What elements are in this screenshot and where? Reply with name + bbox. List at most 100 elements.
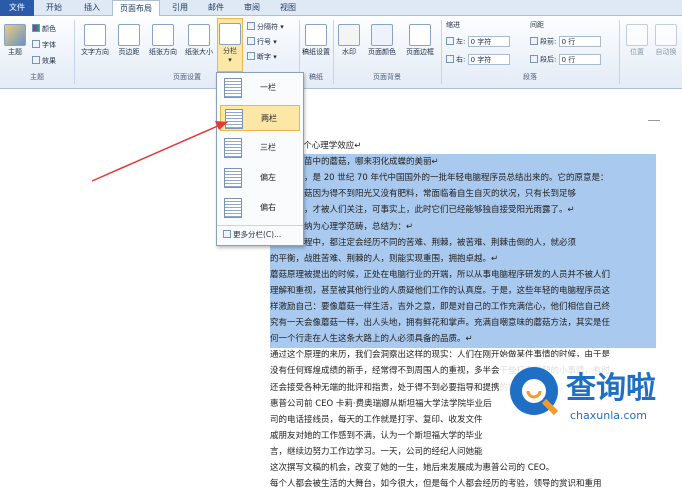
tab-insert[interactable]: 插入	[76, 0, 108, 16]
themes-button[interactable]: 主题	[2, 24, 28, 57]
indent-right-icon	[446, 54, 454, 63]
spacing-before-input[interactable]: 0 行	[558, 36, 601, 47]
indent-left: 左: 0 字符	[446, 36, 510, 48]
colors-icon	[32, 24, 40, 32]
fonts-icon	[32, 40, 40, 48]
document-line: 理：没有苗中的蘑菇，哪来羽化成蝶的美丽↵	[270, 154, 656, 172]
document-line: 学家将其纳为心理学范畴，总结为：↵	[270, 218, 656, 236]
left-column-icon	[224, 168, 242, 188]
group-label-draft: 稿纸	[309, 73, 323, 81]
theme-colors-button[interactable]: 颜色	[32, 24, 56, 35]
watermark-button[interactable]: 水印	[336, 24, 362, 57]
breaks-icon	[247, 22, 255, 30]
columns-icon	[219, 23, 241, 45]
logo-text: 查询啦	[566, 371, 656, 406]
indent-right-input[interactable]: 0 字符	[467, 54, 510, 65]
site-logo: 查询啦 chaxunla.com	[500, 357, 676, 437]
tab-view[interactable]: 视图	[272, 0, 304, 16]
spacing-label: 间距	[530, 21, 544, 29]
columns-option-left[interactable]: 偏左	[220, 165, 300, 191]
draft-settings-button[interactable]: 稿纸设置	[302, 24, 330, 57]
page-color-icon	[371, 24, 393, 46]
spacing-after-icon	[530, 54, 538, 63]
tab-review[interactable]: 审阅	[236, 0, 268, 16]
tab-file[interactable]: 文件	[0, 0, 34, 16]
more-columns-icon	[223, 230, 231, 238]
document-line: 生的 60 个心理学效应↵	[270, 141, 362, 151]
logo-url: chaxunla.com	[570, 409, 647, 422]
theme-effects-button[interactable]: 效果	[32, 56, 56, 67]
document-line: 究有一天会像蘑菇一样，出人头地，拥有鲜花和掌声。充满自嘲意味的蘑菇方法，其实是任	[270, 315, 656, 333]
tab-mailings[interactable]: 邮件	[200, 0, 232, 16]
ribbon-tab-bar: 文件 开始 插入 页面布局 引用 邮件 审阅 视图	[0, 0, 682, 17]
line-numbers-icon	[247, 37, 255, 45]
more-columns-option[interactable]: 更多分栏(C)...	[223, 229, 281, 240]
page-corner-mark	[648, 120, 660, 121]
margins-button[interactable]: 页边距	[114, 24, 144, 57]
orientation-icon	[152, 24, 174, 46]
document-line: 这次撰写文稿的机会，改变了她的一生，她后来发展成为惠普公司的 CEO。	[270, 463, 555, 473]
columns-option-three[interactable]: 三栏	[220, 135, 300, 161]
tab-references[interactable]: 引用	[164, 0, 196, 16]
position-button[interactable]: 位置	[624, 24, 650, 57]
hyphenation-icon	[247, 52, 255, 60]
indent-left-input[interactable]: 0 字符	[467, 36, 510, 47]
columns-button[interactable]: 分栏 ▾	[217, 18, 243, 72]
indent-label: 缩进	[446, 21, 460, 29]
document-line: 样的说法，是 20 世纪 70 年代中国国外的一批年轻电脑程序员总结出来的。它的…	[270, 170, 656, 188]
tab-page-layout[interactable]: 页面布局	[112, 0, 160, 17]
page-borders-button[interactable]: 页面边框	[402, 24, 438, 57]
position-icon	[626, 24, 648, 46]
page-color-button[interactable]: 页面颜色	[364, 24, 400, 57]
orientation-button[interactable]: 纸张方向	[146, 24, 180, 57]
document-line: 每个人都会被生活的大舞台，如今很大，但是每个人都会经历的考验，领导的赏识和重用	[270, 479, 602, 490]
size-button[interactable]: 纸张大小	[182, 24, 216, 57]
right-column-icon	[224, 198, 242, 218]
breaks-button[interactable]: 分隔符 ▾	[247, 22, 284, 33]
document-line: 何一个行走在人生这条大路上的人必须具备的品质。↵	[270, 331, 656, 349]
wrap-text-button[interactable]: 自动换	[652, 24, 680, 57]
themes-icon	[4, 24, 26, 46]
spacing-before: 段前: 0 行	[530, 36, 601, 48]
spacing-before-icon	[530, 36, 538, 45]
group-label-paragraph: 段落	[523, 73, 537, 81]
columns-option-two[interactable]: 两栏	[220, 105, 300, 131]
wrap-text-icon	[655, 24, 677, 46]
page-border-icon	[409, 24, 431, 46]
indent-left-icon	[446, 36, 454, 45]
document-line: 言，继续边努力工作边学习。一天，公司的经纪人问她能	[270, 446, 483, 457]
text-direction-icon	[84, 24, 106, 46]
document-line: 蘑菇原理被提出的时候，正处在电脑行业的开端，所以从事电脑程序研发的人员并不被人们	[270, 266, 656, 284]
effects-icon	[32, 56, 40, 64]
line-numbers-button[interactable]: 行号 ▾	[247, 37, 277, 48]
group-separator	[619, 20, 620, 84]
group-label-theme: 主题	[30, 73, 44, 81]
margins-icon	[118, 24, 140, 46]
columns-dropdown-menu: 一栏 两栏 三栏 偏左 偏右 更多分栏(C)...	[216, 72, 304, 246]
menu-divider	[217, 225, 303, 226]
paper-size-icon	[188, 24, 210, 46]
group-label-page-background: 页面背景	[373, 73, 401, 81]
watermark-icon	[338, 24, 360, 46]
document-line: 在成长过程中，都注定会经历不同的苦难、荆棘，被苦难、荆棘击倒的人，就必须	[270, 234, 656, 252]
two-columns-icon	[225, 109, 243, 129]
three-columns-icon	[224, 138, 242, 158]
group-separator	[74, 20, 75, 84]
logo-magnifier-icon	[510, 367, 559, 416]
document-line: 理解和重视，甚至被其他行业的人质疑他们工作的认真度。于是，这些年轻的电脑程序员这	[270, 282, 656, 300]
spacing-after-input[interactable]: 0 行	[558, 54, 601, 65]
document-line: 角落的蘑菇因为得不到阳光又没有肥料，常面临着自生自灭的状况，只有长到足够	[270, 186, 656, 204]
spacing-after: 段后: 0 行	[530, 54, 601, 66]
columns-option-right[interactable]: 偏右	[220, 195, 300, 221]
theme-fonts-button[interactable]: 字体	[32, 40, 56, 51]
tab-home[interactable]: 开始	[38, 0, 70, 16]
document-line: 长的时候，才被人们关注，可事实上，此时它们已经能够独自接受阳光雨露了。↵	[270, 202, 656, 220]
draft-paper-icon	[305, 24, 327, 46]
one-column-icon	[224, 78, 242, 98]
hyphenation-button[interactable]: 断字 ▾	[247, 52, 277, 63]
document-line: 样激励自己：要像蘑菇一样生活，吉外之意，即是对自己的工作充满信心，他们相信自己终	[270, 299, 656, 316]
document-line: 的平衡，战胜苦难、荆棘的人，则能实现重围，拥抱卓越。↵	[270, 250, 656, 268]
columns-option-one[interactable]: 一栏	[220, 75, 300, 101]
text-direction-button[interactable]: 文字方向	[78, 24, 112, 57]
indent-right: 右: 0 字符	[446, 54, 510, 66]
